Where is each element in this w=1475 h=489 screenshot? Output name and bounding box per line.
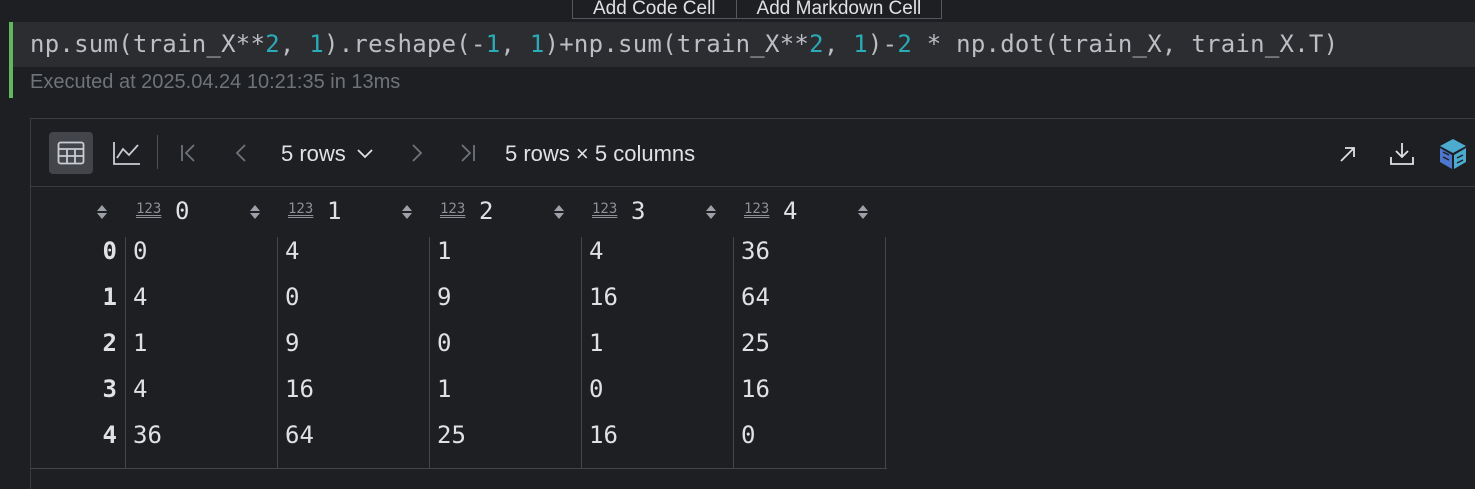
rows-per-page-select[interactable]: 5 rows <box>281 141 374 167</box>
code-number-token: 1 <box>485 30 501 58</box>
numeric-type-icon: 123 <box>136 201 162 217</box>
code-number-token: 2 <box>265 30 280 58</box>
column-divider <box>885 237 886 469</box>
table-cell[interactable]: 16 <box>741 375 770 403</box>
table-cell[interactable]: 16 <box>285 375 314 403</box>
row-index-3: 3 <box>102 375 117 403</box>
first-page-icon[interactable] <box>175 139 203 167</box>
index-sort-icon[interactable] <box>96 203 108 226</box>
column-divider <box>429 237 430 469</box>
code-number-token: 2 <box>897 30 913 58</box>
code-token: , <box>279 30 310 58</box>
table-cell[interactable]: 0 <box>589 375 603 403</box>
code-token: np.sum(train_X** <box>30 30 266 58</box>
numpy-logo-icon[interactable] <box>1435 137 1471 171</box>
dataframe-toolbar: 5 rows 5 rows × 5 columns <box>31 119 1475 187</box>
next-page-icon[interactable] <box>403 139 431 167</box>
prev-page-icon[interactable] <box>227 139 255 167</box>
code-line[interactable]: np.sum(train_X**2, 1).reshape(-1, 1)+np.… <box>30 30 1338 58</box>
table-cell[interactable]: 4 <box>285 237 299 265</box>
add-markdown-cell-button[interactable]: Add Markdown Cell <box>735 0 942 18</box>
table-cell[interactable]: 16 <box>589 421 618 449</box>
add-cell-toolbar: Add Code Cell Add Markdown Cell <box>572 0 943 19</box>
row-index-2: 2 <box>102 329 117 357</box>
last-page-icon[interactable] <box>453 139 481 167</box>
table-cell[interactable]: 9 <box>437 283 451 311</box>
table-cell[interactable]: 25 <box>437 421 466 449</box>
table-cell[interactable]: 1 <box>589 329 603 357</box>
code-token: * np.dot(train_X, train_X.T) <box>912 30 1339 58</box>
execution-info: Executed at 2025.04.24 10:21:35 in 13ms <box>30 71 401 93</box>
table-bottom-border <box>31 468 887 469</box>
table-cell[interactable]: 4 <box>133 375 147 403</box>
code-number-token: 2 <box>809 30 824 58</box>
column-sort-icon[interactable] <box>705 203 717 226</box>
numeric-type-icon: 123 <box>744 201 770 217</box>
code-token: )+np.sum(train_X** <box>544 30 810 58</box>
download-icon[interactable] <box>1387 139 1417 169</box>
code-number-token: 1 <box>853 30 868 58</box>
column-sort-icon[interactable] <box>249 203 261 226</box>
table-cell[interactable]: 4 <box>133 283 147 311</box>
table-cell[interactable]: 36 <box>741 237 770 265</box>
table-cell[interactable]: 25 <box>741 329 770 357</box>
table-icon[interactable] <box>49 132 93 174</box>
code-number-token: 1 <box>309 30 324 58</box>
column-sort-icon[interactable] <box>857 203 869 226</box>
column-header-2[interactable]: 2 <box>479 197 493 225</box>
table-cell[interactable]: 1 <box>437 375 451 403</box>
cell-output: 5 rows 5 rows × 5 columns 123 0 123 1 12… <box>30 118 1475 489</box>
add-code-cell-label: Add Code Cell <box>593 0 716 18</box>
table-cell[interactable]: 64 <box>285 421 314 449</box>
numeric-type-icon: 123 <box>288 201 314 217</box>
toolbar-separator <box>157 135 158 169</box>
table-cell[interactable]: 9 <box>285 329 299 357</box>
add-code-cell-button[interactable]: Add Code Cell <box>573 0 736 18</box>
code-cell[interactable]: np.sum(train_X**2, 1).reshape(-1, 1)+np.… <box>0 22 1475 98</box>
table-cell[interactable]: 16 <box>589 283 618 311</box>
row-index-0: 0 <box>102 237 117 265</box>
table-cell[interactable]: 4 <box>589 237 603 265</box>
column-divider <box>581 237 582 469</box>
numeric-type-icon: 123 <box>592 201 618 217</box>
numeric-type-icon: 123 <box>440 201 466 217</box>
table-cell[interactable]: 1 <box>437 237 451 265</box>
column-divider <box>733 237 734 469</box>
table-cell[interactable]: 0 <box>437 329 451 357</box>
table-cell[interactable]: 1 <box>133 329 147 357</box>
table-summary: 5 rows × 5 columns <box>505 141 696 166</box>
column-divider <box>277 237 278 469</box>
table-cell[interactable]: 0 <box>133 237 147 265</box>
column-sort-icon[interactable] <box>401 203 413 226</box>
column-header-0[interactable]: 0 <box>175 197 189 225</box>
code-number-token: 1 <box>529 30 545 58</box>
table-cell[interactable]: 36 <box>133 421 162 449</box>
column-divider <box>125 237 126 469</box>
line-chart-icon[interactable] <box>105 132 149 174</box>
column-sort-icon[interactable] <box>553 203 565 226</box>
chevron-down-icon <box>357 149 373 159</box>
table-cell[interactable]: 64 <box>741 283 770 311</box>
code-token: ).reshape(- <box>324 30 486 58</box>
add-markdown-cell-label: Add Markdown Cell <box>756 0 922 18</box>
rows-per-page-label: 5 rows <box>281 141 346 166</box>
table-cell[interactable]: 0 <box>285 283 299 311</box>
code-token: , <box>500 30 530 58</box>
column-header-4[interactable]: 4 <box>783 197 797 225</box>
code-token: , <box>823 30 854 58</box>
row-index-1: 1 <box>102 283 117 311</box>
column-header-3[interactable]: 3 <box>631 197 645 225</box>
open-in-new-icon[interactable] <box>1335 141 1361 167</box>
row-index-4: 4 <box>102 421 117 449</box>
column-header-1[interactable]: 1 <box>327 197 341 225</box>
code-token: )- <box>867 30 898 58</box>
table-cell[interactable]: 0 <box>741 421 755 449</box>
